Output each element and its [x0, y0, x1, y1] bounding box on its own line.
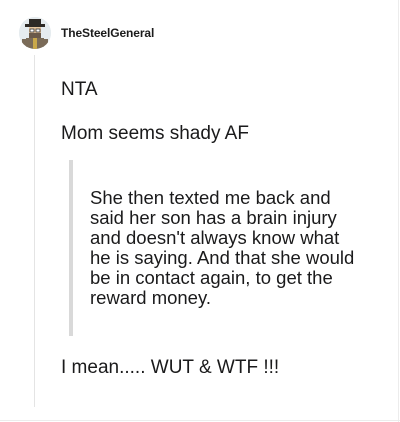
username[interactable]: TheSteelGeneral — [61, 26, 154, 40]
thread-line[interactable] — [34, 55, 35, 407]
blockquote: She then texted me back and said her son… — [69, 160, 365, 336]
comment-card: TheSteelGeneral NTA Mom seems shady AF S… — [0, 0, 400, 422]
quote-text: She then texted me back and said her son… — [90, 187, 355, 308]
quote-bar — [69, 160, 73, 336]
card-border — [0, 420, 400, 421]
comment-paragraph: I mean..... WUT & WTF !!! — [61, 357, 280, 378]
avatar-figure-icon[interactable] — [19, 17, 51, 49]
comment-paragraph: NTA — [61, 79, 98, 100]
comment-header: TheSteelGeneral — [19, 16, 154, 50]
comment-paragraph: Mom seems shady AF — [61, 123, 249, 144]
card-border — [398, 0, 399, 422]
